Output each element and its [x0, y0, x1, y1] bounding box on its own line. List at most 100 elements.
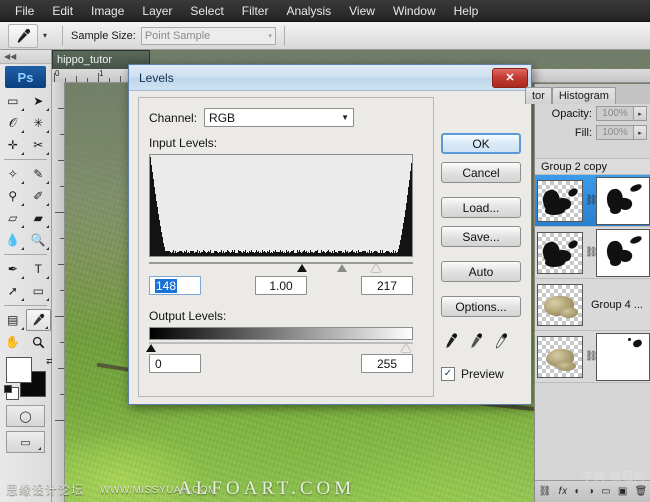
- table-row[interactable]: Group 4 ...: [535, 279, 650, 331]
- save-button[interactable]: Save...: [441, 226, 521, 247]
- layer-thumbnail[interactable]: [537, 284, 583, 326]
- adjustment-layer-icon[interactable]: ◑: [588, 486, 594, 497]
- menu-item-file[interactable]: File: [6, 2, 43, 20]
- table-row[interactable]: ⛓: [535, 331, 650, 383]
- output-levels-slider[interactable]: [149, 342, 413, 344]
- menu-item-image[interactable]: Image: [82, 2, 133, 20]
- input-levels-slider[interactable]: [149, 262, 413, 264]
- path-selection-tool[interactable]: ➚: [0, 280, 26, 302]
- move-tool[interactable]: ➤: [26, 90, 52, 112]
- marquee-tool[interactable]: ▭: [0, 90, 26, 112]
- input-black-field[interactable]: 148: [149, 276, 201, 295]
- notes-tool[interactable]: ▤: [0, 309, 26, 331]
- eyedropper-icon[interactable]: [8, 24, 38, 48]
- hand-tool[interactable]: ✋: [0, 331, 26, 353]
- dialog-button-column: OK Cancel Load... Save... Auto Options..…: [441, 133, 525, 381]
- cancel-button[interactable]: Cancel: [441, 162, 521, 183]
- layer-thumbnail[interactable]: [537, 180, 583, 222]
- dialog-title-bar[interactable]: Levels ✕: [129, 65, 531, 91]
- input-white-point-marker[interactable]: [371, 264, 381, 272]
- magic-wand-tool[interactable]: ✳: [26, 112, 52, 134]
- foreground-color-swatch[interactable]: [6, 357, 32, 383]
- fill-value[interactable]: 100%: [596, 125, 634, 140]
- menu-item-filter[interactable]: Filter: [233, 2, 278, 20]
- layer-thumbnail[interactable]: [537, 336, 583, 378]
- opacity-spinner-icon[interactable]: ▸: [634, 106, 647, 121]
- collapse-panel-icon[interactable]: ◀◀: [0, 50, 51, 64]
- new-layer-icon[interactable]: ▣: [618, 486, 627, 497]
- load-button[interactable]: Load...: [441, 197, 521, 218]
- input-gamma-marker[interactable]: [337, 264, 347, 272]
- layer-mask-link-icon[interactable]: ⛓: [585, 351, 595, 362]
- output-black-field[interactable]: 0: [149, 354, 201, 373]
- brush-tool[interactable]: ✎: [26, 163, 52, 185]
- tab-histogram[interactable]: Histogram: [552, 87, 616, 104]
- options-button[interactable]: Options...: [441, 296, 521, 317]
- color-swatches[interactable]: ⇄: [6, 357, 51, 401]
- blur-tool[interactable]: 💧: [0, 229, 26, 251]
- opacity-value[interactable]: 100%: [596, 106, 634, 121]
- lock-controls-row[interactable]: [535, 142, 650, 159]
- crop-tool[interactable]: ✛: [0, 134, 26, 156]
- table-row[interactable]: ⛓: [535, 227, 650, 279]
- link-layers-icon[interactable]: ⛓: [539, 486, 552, 497]
- ok-button[interactable]: OK: [441, 133, 521, 154]
- output-black-point-marker[interactable]: [146, 344, 156, 352]
- dodge-tool[interactable]: 🔍: [26, 229, 52, 251]
- lasso-tool[interactable]: 𝒪: [0, 112, 26, 134]
- default-colors-icon[interactable]: [6, 387, 19, 400]
- layer-mask-thumbnail[interactable]: [596, 333, 650, 381]
- tool-preset-caret-icon[interactable]: ▾: [43, 31, 47, 40]
- menu-item-edit[interactable]: Edit: [43, 2, 82, 20]
- menu-item-analysis[interactable]: Analysis: [277, 2, 340, 20]
- menu-item-help[interactable]: Help: [445, 2, 488, 20]
- gradient-tool[interactable]: ▰: [26, 207, 52, 229]
- history-brush-tool[interactable]: ✐: [26, 185, 52, 207]
- clone-stamp-tool[interactable]: ⚲: [0, 185, 26, 207]
- layer-style-icon[interactable]: 𝑓𝑥: [559, 486, 568, 497]
- layer-group-row[interactable]: Group 2 copy: [535, 159, 650, 175]
- layer-mask-thumbnail[interactable]: [596, 177, 650, 225]
- channel-select[interactable]: RGB ▼: [204, 108, 354, 127]
- layer-mask-link-icon[interactable]: ⛓: [585, 247, 595, 258]
- close-icon[interactable]: ✕: [492, 68, 528, 88]
- tab-navigator[interactable]: tor: [525, 87, 552, 104]
- preview-checkbox[interactable]: ✓: [441, 367, 455, 381]
- zoom-tool[interactable]: [26, 331, 52, 353]
- auto-button[interactable]: Auto: [441, 261, 521, 282]
- menu-item-view[interactable]: View: [340, 2, 384, 20]
- eyedropper-tool[interactable]: [26, 309, 52, 331]
- output-white-point-marker[interactable]: [401, 344, 411, 352]
- layer-thumbnail[interactable]: [537, 232, 583, 274]
- set-black-point-eyedropper-icon[interactable]: [442, 332, 461, 354]
- fill-spinner-icon[interactable]: ▸: [634, 125, 647, 140]
- table-row[interactable]: ⛓: [535, 175, 650, 227]
- menu-item-layer[interactable]: Layer: [133, 2, 181, 20]
- shape-tool[interactable]: ▭: [26, 280, 52, 302]
- set-gray-point-eyedropper-icon[interactable]: [467, 332, 486, 354]
- layer-mask-link-icon[interactable]: ⛓: [585, 195, 595, 206]
- input-black-point-marker[interactable]: [297, 264, 307, 272]
- preview-checkbox-row[interactable]: ✓ Preview: [441, 367, 525, 381]
- output-white-field[interactable]: 255: [361, 354, 413, 373]
- quick-mask-button[interactable]: ◯: [6, 405, 45, 427]
- menu-item-select[interactable]: Select: [181, 2, 232, 20]
- input-levels-label: Input Levels:: [149, 136, 433, 150]
- type-tool[interactable]: T: [26, 258, 52, 280]
- screen-mode-button[interactable]: ▭: [6, 431, 45, 453]
- vertical-ruler[interactable]: [52, 82, 65, 502]
- sample-size-select[interactable]: Point Sample ▾: [141, 27, 276, 45]
- healing-brush-tool[interactable]: ✧: [0, 163, 26, 185]
- tool-group-utility: ▤ ✋: [0, 309, 51, 353]
- input-white-field[interactable]: 217: [361, 276, 413, 295]
- input-gamma-field[interactable]: 1.00: [255, 276, 307, 295]
- pen-tool[interactable]: ✒: [0, 258, 26, 280]
- new-group-icon[interactable]: ▭: [601, 486, 610, 497]
- layer-mask-thumbnail[interactable]: [596, 229, 650, 277]
- eraser-tool[interactable]: ▱: [0, 207, 26, 229]
- layer-mask-icon[interactable]: ◐: [575, 486, 581, 497]
- menu-item-window[interactable]: Window: [384, 2, 445, 20]
- slice-tool[interactable]: ✂: [26, 134, 52, 156]
- set-white-point-eyedropper-icon[interactable]: [492, 332, 511, 354]
- delete-layer-icon[interactable]: 🗑: [635, 486, 648, 497]
